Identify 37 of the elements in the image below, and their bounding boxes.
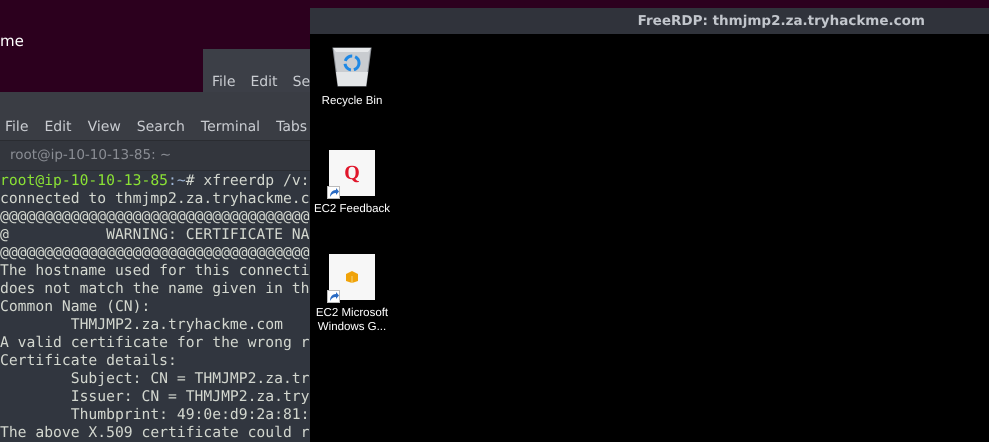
menu-item[interactable]: File — [212, 74, 236, 90]
menu-item[interactable]: Search — [136, 119, 185, 136]
desktop-icon-label: Recycle Bin — [320, 94, 384, 108]
prompt-path: :~ — [168, 172, 186, 190]
menu-item[interactable]: File — [5, 119, 28, 136]
desktop-text: me — [0, 32, 24, 50]
menu-item[interactable]: Edit — [250, 74, 278, 90]
terminal-line: Common Name (CN): — [0, 298, 152, 316]
menu-item[interactable]: Tabs — [276, 119, 308, 136]
desktop-icon-label: EC2 Feedback — [312, 202, 392, 216]
tab-title: root@ip-10-10-13-85: ~ — [10, 147, 172, 164]
menu-item[interactable]: Terminal — [200, 119, 260, 136]
menu-item[interactable]: Edit — [44, 119, 72, 136]
app-tile[interactable]: Q — [329, 150, 375, 196]
terminal-line: Subject: CN = THMJMP2.za.tr — [70, 370, 310, 388]
terminal-line: @ WARNING: CERTIFICATE NA — [0, 226, 310, 244]
command-text: # xfreerdp /v: — [186, 172, 310, 190]
menu-item[interactable]: View — [88, 119, 121, 136]
terminal-line: The above X.509 certificate could r — [0, 424, 310, 442]
menu-item[interactable]: Se — [292, 74, 310, 90]
terminal-tab[interactable]: root@ip-10-10-13-85: ~ — [0, 140, 310, 171]
terminal-line: does not match the name given in th — [0, 280, 310, 298]
terminal-line: @@@@@@@@@@@@@@@@@@@@@@@@@@@@@@@@@@@ — [0, 244, 310, 262]
prompt-user: root@ip-10-10-13-85 — [0, 172, 168, 190]
terminal-line: @@@@@@@@@@@@@@@@@@@@@@@@@@@@@@@@@@@ — [0, 208, 310, 226]
app-tile[interactable] — [329, 254, 375, 300]
window-title: FreeRDP: thmjmp2.za.tryhackme.com — [638, 13, 925, 29]
terminal-line: A valid certificate for the wrong r — [0, 334, 310, 352]
terminal-line: Issuer: CN = THMJMP2.za.try — [70, 388, 310, 406]
app-glyph: Q — [344, 162, 360, 184]
terminal-line: connected to thmjmp2.za.tryhackme.c — [0, 190, 310, 208]
terminal-line: Certificate details: — [0, 352, 178, 370]
terminal-line: Thumbprint: 49:0e:d9:2a:81: — [70, 406, 310, 424]
terminal-line: The hostname used for this connecti — [0, 262, 310, 280]
terminal-line: THMJMP2.za.tryhackme.com — [70, 316, 284, 334]
cube-icon — [345, 270, 359, 284]
desktop-icon-label: EC2 Microsoft Windows G... — [314, 306, 390, 334]
